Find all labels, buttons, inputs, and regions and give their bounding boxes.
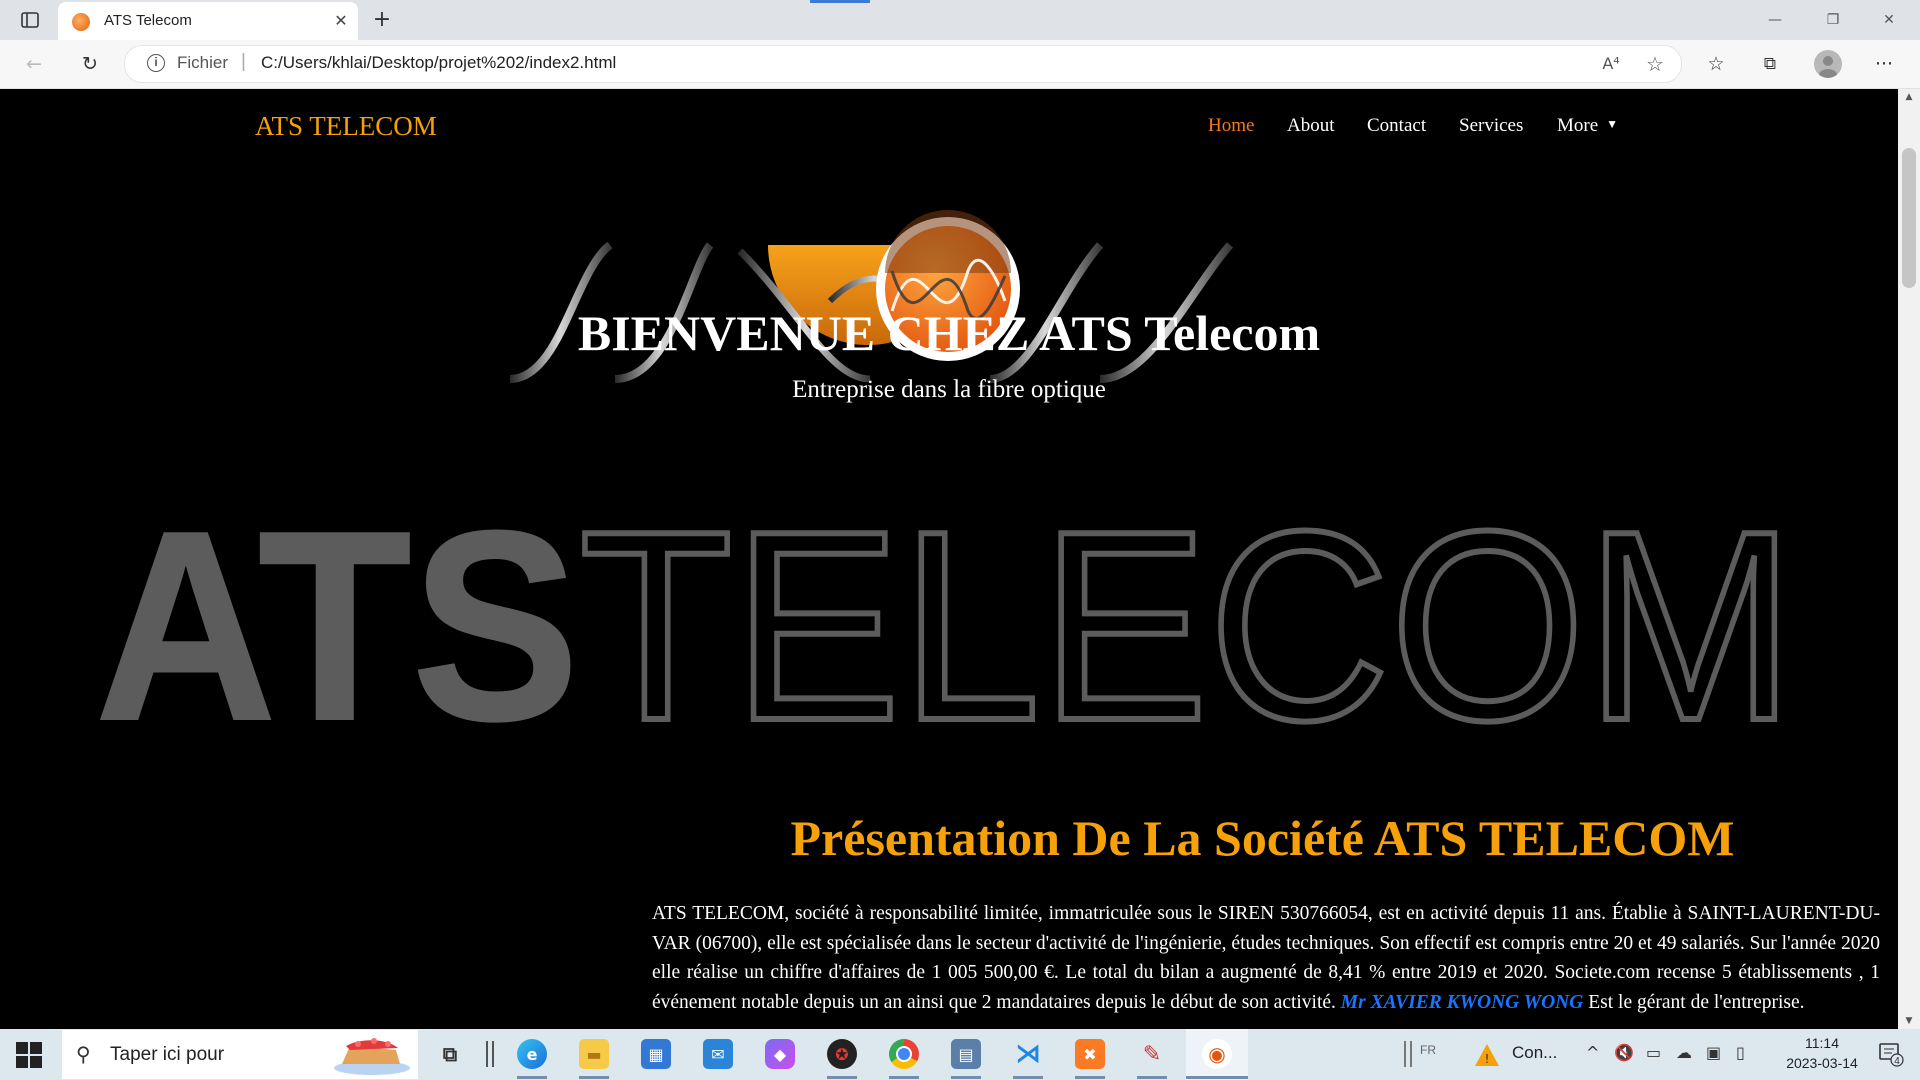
info-icon[interactable]: i bbox=[147, 54, 165, 72]
active-app-icon[interactable]: ◉ bbox=[1202, 1039, 1232, 1069]
nav-services-link[interactable]: Services bbox=[1459, 115, 1523, 137]
tray-divider bbox=[1404, 1041, 1412, 1067]
weather-warning-icon[interactable]: ! bbox=[1474, 1043, 1500, 1067]
address-scheme: Fichier bbox=[177, 53, 229, 72]
network-icon[interactable]: ▭ bbox=[1646, 1043, 1661, 1062]
collections-icon[interactable]: ⧉ bbox=[1754, 48, 1786, 80]
dropdown-caret-icon: ▼ bbox=[1606, 117, 1619, 131]
presentation-title: Présentation De La Société ATS TELECOM bbox=[790, 810, 1735, 866]
taskbar-divider bbox=[486, 1041, 494, 1067]
presentation-paragraph: ATS TELECOM, société à responsabilité li… bbox=[652, 899, 1880, 1017]
app-running-indicator bbox=[1137, 1076, 1167, 1079]
clock-time[interactable]: 11:14 bbox=[1782, 1035, 1862, 1051]
more-icon[interactable]: ··· bbox=[1868, 48, 1900, 80]
new-tab-button[interactable]: + bbox=[368, 6, 396, 34]
antivirus-icon[interactable]: ✪ bbox=[827, 1039, 857, 1069]
nav-contact-link[interactable]: Contact bbox=[1367, 115, 1426, 137]
battery-icon[interactable]: ▯ bbox=[1736, 1043, 1745, 1062]
teams-icon[interactable]: ◆ bbox=[765, 1039, 795, 1069]
minimize-button[interactable]: — bbox=[1752, 6, 1798, 34]
back-icon[interactable]: ← bbox=[18, 48, 50, 80]
notification-center-icon[interactable]: 4 bbox=[1878, 1041, 1904, 1067]
close-tab-icon[interactable]: ✕ bbox=[330, 8, 352, 34]
app-running-indicator bbox=[1013, 1076, 1043, 1079]
app-running-indicator bbox=[579, 1076, 609, 1079]
close-window-button[interactable]: ✕ bbox=[1866, 6, 1912, 34]
add-favorite-icon[interactable]: ☆ bbox=[1641, 50, 1669, 78]
mail-icon[interactable]: ✉ bbox=[703, 1039, 733, 1069]
browser-titlebar: ATS Telecom ✕ + — ❐ ✕ bbox=[0, 0, 1920, 40]
xampp-icon[interactable]: ✖ bbox=[1075, 1039, 1105, 1069]
remote-desktop-icon[interactable]: ▤ bbox=[951, 1039, 981, 1069]
windows-taskbar: ⚲ Taper ici pour ⧉ e ▬ ▦ ✉ ◆ ✪ ▤ ⋊ ✖ ✎ ◉… bbox=[0, 1029, 1920, 1080]
clock-date[interactable]: 2023-03-14 bbox=[1770, 1055, 1874, 1071]
hero-watermark-logo: ATSTELECOM bbox=[95, 519, 1798, 729]
app-running-indicator bbox=[889, 1076, 919, 1079]
site-favicon-icon bbox=[72, 13, 90, 31]
maximize-button[interactable]: ❐ bbox=[1810, 6, 1856, 34]
address-bar[interactable]: i Fichier | C:/Users/khlai/Desktop/proje… bbox=[124, 45, 1682, 83]
app-running-indicator bbox=[951, 1076, 981, 1079]
chrome-icon[interactable] bbox=[889, 1039, 919, 1069]
tab-drag-indicator bbox=[810, 0, 870, 3]
tab-actions-icon[interactable] bbox=[14, 8, 46, 32]
nav-more-label: More bbox=[1557, 115, 1599, 136]
manager-name-link[interactable]: Mr XAVIER KWONG WONG bbox=[1341, 992, 1584, 1013]
read-aloud-icon[interactable]: A⁴ bbox=[1597, 50, 1625, 78]
svg-text:4: 4 bbox=[1894, 1056, 1900, 1067]
search-icon: ⚲ bbox=[76, 1042, 91, 1066]
edge-icon[interactable]: e bbox=[517, 1039, 547, 1069]
weather-text[interactable]: Con... bbox=[1512, 1043, 1557, 1063]
app-active-indicator bbox=[1186, 1076, 1248, 1079]
tab-title: ATS Telecom bbox=[104, 12, 192, 29]
meet-now-icon[interactable]: ▣ bbox=[1706, 1043, 1721, 1062]
show-hidden-icons-icon[interactable]: ^ bbox=[1586, 1043, 1599, 1062]
app-running-indicator bbox=[827, 1076, 857, 1079]
onedrive-icon[interactable]: ☁ bbox=[1676, 1043, 1692, 1062]
search-highlight-pie-icon bbox=[334, 1038, 410, 1075]
microsoft-store-icon[interactable]: ▦ bbox=[641, 1039, 671, 1069]
task-view-icon[interactable]: ⧉ bbox=[435, 1039, 465, 1069]
vscode-icon[interactable]: ⋊ bbox=[1013, 1039, 1043, 1069]
hero-title: BIENVENUE CHEZ ATS Telecom bbox=[577, 305, 1321, 361]
app-running-indicator bbox=[1075, 1076, 1105, 1079]
scrollbar-thumb[interactable] bbox=[1902, 148, 1916, 288]
svg-text:!: ! bbox=[1485, 1052, 1490, 1066]
favorites-icon[interactable]: ☆ bbox=[1700, 48, 1732, 80]
hero-subtitle: Entreprise dans la fibre optique bbox=[792, 376, 1106, 403]
scroll-down-icon[interactable]: ▼ bbox=[1898, 1013, 1920, 1029]
nav-more-dropdown[interactable]: More ▼ bbox=[1557, 115, 1618, 137]
browser-toolbar: ← ↻ i Fichier | C:/Users/khlai/Desktop/p… bbox=[0, 40, 1920, 89]
nav-about-link[interactable]: About bbox=[1287, 115, 1335, 137]
keyboard-language[interactable]: FR bbox=[1420, 1043, 1436, 1057]
address-url[interactable]: C:/Users/khlai/Desktop/projet%202/index2… bbox=[261, 53, 616, 73]
taskbar-search-box[interactable]: ⚲ Taper ici pour bbox=[62, 1030, 418, 1079]
paint-icon[interactable]: ✎ bbox=[1137, 1039, 1167, 1069]
page-viewport: ATS TELECOM Home About Contact Services … bbox=[0, 89, 1898, 1029]
presentation-text-part2: Est le gérant de l'entreprise. bbox=[1583, 991, 1805, 1013]
svg-text:ATSTELECOM: ATSTELECOM bbox=[95, 519, 1795, 729]
address-separator: | bbox=[241, 51, 246, 72]
scroll-up-icon[interactable]: ▲ bbox=[1898, 89, 1920, 105]
volume-muted-icon[interactable]: 🔇 bbox=[1614, 1043, 1634, 1062]
refresh-icon[interactable]: ↻ bbox=[74, 48, 106, 80]
app-running-indicator bbox=[517, 1076, 547, 1079]
taskbar-search-placeholder: Taper ici pour bbox=[110, 1044, 225, 1065]
browser-tab[interactable]: ATS Telecom ✕ bbox=[58, 2, 358, 40]
windows-start-icon[interactable] bbox=[16, 1042, 42, 1068]
nav-home-link[interactable]: Home bbox=[1208, 115, 1254, 137]
profile-icon[interactable] bbox=[1814, 50, 1842, 78]
file-explorer-icon[interactable]: ▬ bbox=[579, 1039, 609, 1069]
navbar-brand[interactable]: ATS TELECOM bbox=[255, 111, 437, 142]
